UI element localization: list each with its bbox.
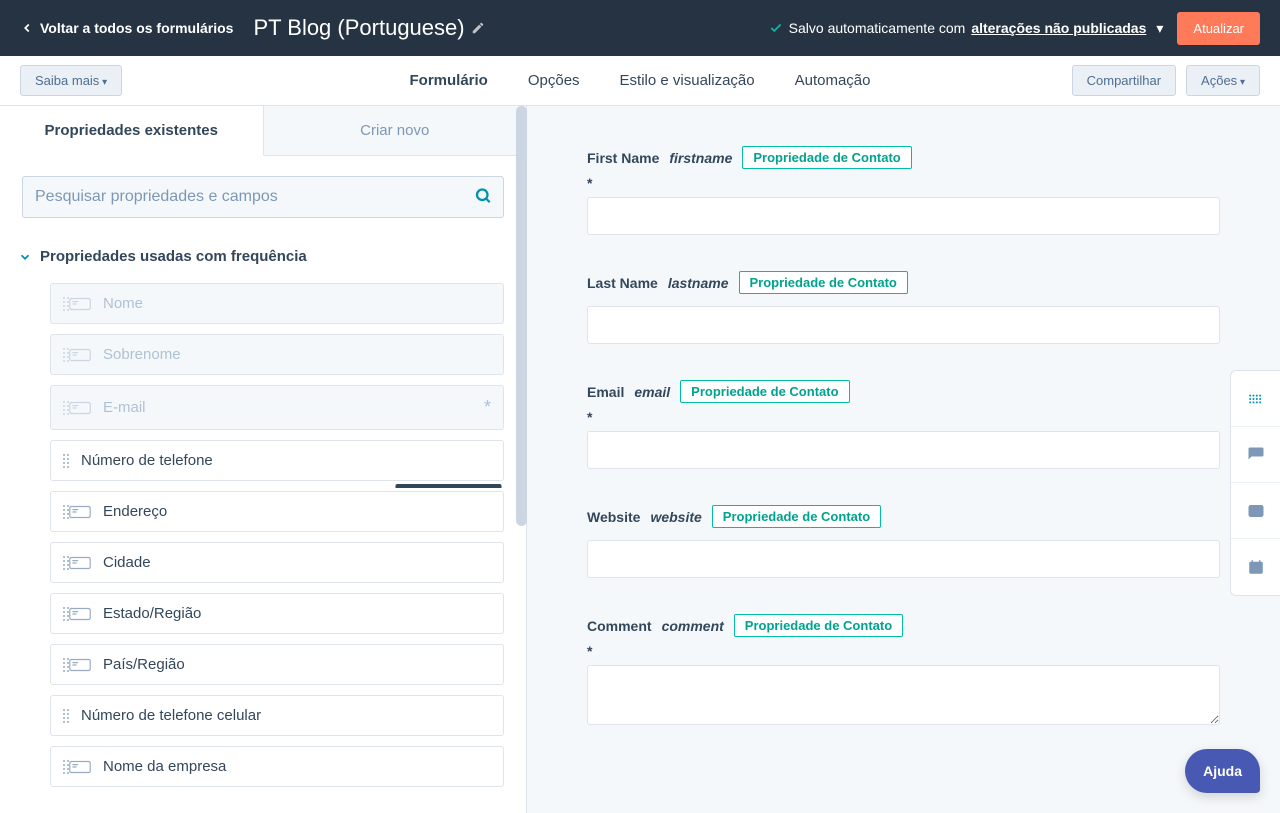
property-label: Número de telefone [81, 452, 491, 469]
field-label-row: Website website Propriedade de Contato [587, 505, 1220, 528]
property-item[interactable]: Estado/Região [50, 593, 504, 634]
back-link[interactable]: Voltar a todos os formulários [20, 20, 233, 36]
sidebar-scrollbar[interactable] [516, 106, 527, 813]
form-field[interactable]: Comment comment Propriedade de Contato * [587, 614, 1220, 728]
text-field-icon [69, 401, 91, 415]
tab-options[interactable]: Opções [528, 0, 580, 487]
property-label: Endereço [103, 503, 491, 520]
property-label: Cidade [103, 554, 491, 571]
property-item[interactable]: Cidade [50, 542, 504, 583]
search-wrap [22, 176, 504, 218]
contact-property-badge: Propriedade de Contato [712, 505, 881, 528]
secondbar: Saiba mais Formulário Opções Estilo e vi… [0, 56, 1280, 106]
autosave-changes-link[interactable]: alterações não publicadas [971, 20, 1146, 36]
drag-handle-icon [63, 709, 69, 723]
property-label: Número de telefone celular [81, 707, 491, 724]
tab-automation[interactable]: Automação [795, 0, 871, 487]
form-field[interactable]: Website website Propriedade de Contato [587, 505, 1220, 578]
property-item[interactable]: Nome da empresa [50, 746, 504, 787]
field-input[interactable] [587, 540, 1220, 578]
sidebar-tab-existing[interactable]: Propriedades existentes [0, 106, 264, 156]
required-indicator: * [587, 643, 1220, 659]
update-button[interactable]: Atualizar [1177, 12, 1260, 45]
prop-list: Nome Sobrenome E-mail* Número de telefone En… [22, 283, 504, 787]
rail-item-window[interactable] [1231, 483, 1280, 539]
actions-button[interactable]: Ações [1186, 65, 1260, 96]
field-api-name: comment [662, 618, 724, 634]
drag-handle-icon [63, 454, 69, 468]
property-label: Nome da empresa [103, 758, 491, 775]
property-label: País/Região [103, 656, 491, 673]
field-textarea[interactable] [587, 665, 1220, 725]
help-button[interactable]: Ajuda [1185, 749, 1260, 793]
property-item: E-mail* [50, 385, 504, 430]
property-item[interactable]: Número de telefone [50, 440, 504, 481]
scrollbar-thumb[interactable] [516, 106, 527, 526]
field-label-row: Comment comment Propriedade de Contato [587, 614, 1220, 637]
back-label: Voltar a todos os formulários [40, 20, 233, 36]
required-star: * [484, 397, 491, 418]
text-field-icon [69, 607, 91, 621]
property-item[interactable]: País/Região [50, 644, 504, 685]
text-field-icon [69, 505, 91, 519]
field-label: Comment [587, 618, 652, 634]
property-label: E-mail [103, 399, 484, 416]
text-field-icon [69, 658, 91, 672]
search-icon[interactable] [474, 187, 492, 208]
property-item[interactable]: Número de telefone celular [50, 695, 504, 736]
share-button[interactable]: Compartilhar [1072, 65, 1176, 96]
search-input[interactable] [22, 176, 504, 218]
chevron-down-icon [18, 250, 32, 264]
property-item: Sobrenome [50, 334, 504, 375]
property-item[interactable]: Endereço [50, 491, 504, 532]
tab-style[interactable]: Estilo e visualização [620, 0, 755, 487]
text-field-icon [69, 760, 91, 774]
section-title: Propriedades usadas com frequência [40, 248, 307, 265]
sidebar: Propriedades existentes Criar novo Propr… [0, 106, 527, 813]
rail-item-chat[interactable] [1231, 427, 1280, 483]
rail-item-grid[interactable] [1231, 371, 1280, 427]
property-label: Estado/Região [103, 605, 491, 622]
contact-property-badge: Propriedade de Contato [734, 614, 903, 637]
learn-more-button[interactable]: Saiba mais [20, 65, 122, 96]
text-field-icon [69, 348, 91, 362]
field-label: Website [587, 509, 640, 525]
text-field-icon [69, 556, 91, 570]
field-api-name: website [650, 509, 701, 525]
text-field-icon [69, 297, 91, 311]
property-label: Sobrenome [103, 346, 491, 363]
chevron-left-icon [20, 21, 34, 35]
caret-down-icon[interactable]: ▾ [1156, 20, 1163, 37]
right-rail [1230, 370, 1280, 596]
property-label: Nome [103, 295, 491, 312]
rail-item-calendar[interactable] [1231, 539, 1280, 595]
property-item: Nome [50, 283, 504, 324]
